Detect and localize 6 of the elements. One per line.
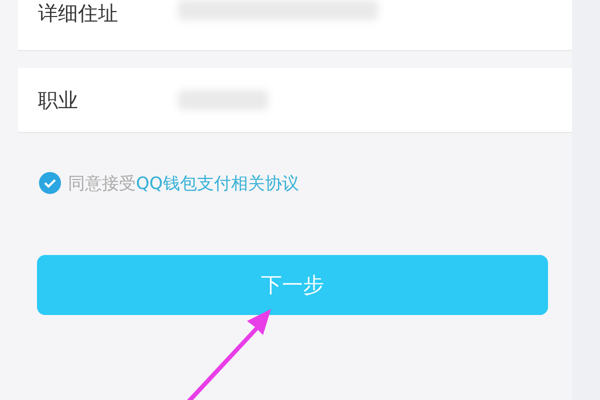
field-label: 详细住址 xyxy=(38,0,119,27)
field-label: 职业 xyxy=(38,86,79,114)
next-button[interactable]: 下一步 xyxy=(37,255,548,315)
checkbox[interactable] xyxy=(38,171,62,195)
agreement-link[interactable]: QQ钱包支付相关协议 xyxy=(136,174,299,194)
agreement-text: 同意接受QQ钱包支付相关协议 xyxy=(68,172,299,194)
